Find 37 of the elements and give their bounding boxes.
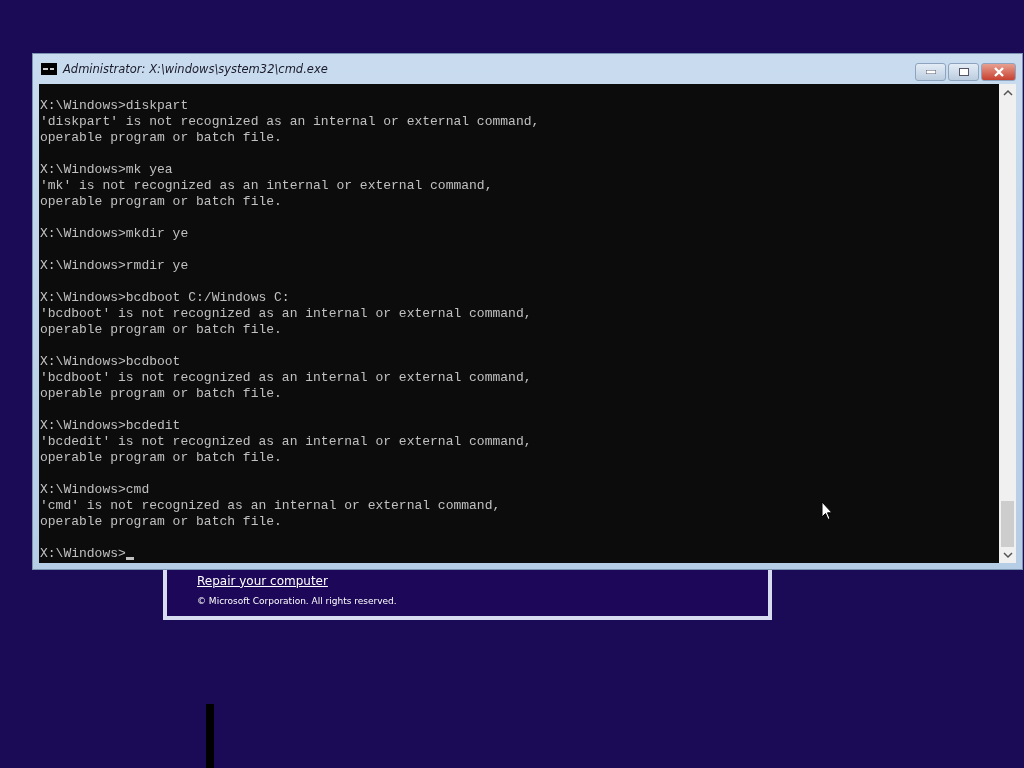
close-icon — [992, 67, 1005, 77]
console-line: operable program or batch file. — [40, 322, 282, 338]
repair-link[interactable]: Repair your computer — [197, 574, 328, 588]
scroll-thumb[interactable] — [1001, 501, 1014, 547]
console-line: 'diskpart' is not recognized as an internal or external command, — [40, 114, 540, 130]
console-line: X:\Windows>mkdir ye — [40, 226, 189, 242]
console-line: X:\Windows>mk yea — [40, 162, 173, 178]
console-line: 'bcdboot' is not recognized as an internal or external command, — [40, 306, 532, 322]
console-line: 'cmd' is not recognized as an internal or external command, — [40, 498, 501, 514]
scroll-up-icon[interactable] — [1002, 89, 1013, 97]
console-line: 'mk' is not recognized as an internal or external command, — [40, 178, 493, 194]
scroll-down-icon[interactable] — [1002, 551, 1013, 559]
console-line: operable program or batch file. — [40, 386, 282, 402]
console-line: operable program or batch file. — [40, 450, 282, 466]
window-title: Administrator: X:\windows\system32\cmd.exe — [63, 62, 329, 76]
scrollbar[interactable] — [999, 84, 1016, 563]
console-line: operable program or batch file. — [40, 194, 282, 210]
console-line: X:\Windows>bcdedit — [40, 418, 181, 434]
text-cursor — [125, 557, 134, 560]
console-prompt: X:\Windows> — [40, 546, 126, 562]
minimize-icon — [925, 70, 936, 74]
console-line: X:\Windows>rmdir ye — [40, 258, 189, 274]
vertical-bar — [206, 704, 214, 768]
console-line: X:\Windows>diskpart — [40, 98, 189, 114]
maximize-button[interactable] — [948, 63, 979, 81]
close-button[interactable] — [981, 63, 1016, 81]
console-line: X:\Windows>bcdboot — [40, 354, 181, 370]
maximize-icon — [958, 68, 969, 76]
copyright-text: © Microsoft Corporation. All rights reserved. — [197, 596, 397, 606]
console-line: X:\Windows>cmd — [40, 482, 150, 498]
console-line: 'bcdboot' is not recognized as an internal or external command, — [40, 370, 532, 386]
mouse-pointer-icon — [821, 501, 833, 521]
console-app-icon — [41, 63, 57, 75]
console-line: 'bcdedit' is not recognized as an internal or external command, — [40, 434, 532, 450]
console-line: operable program or batch file. — [40, 514, 282, 530]
console-line: operable program or batch file. — [40, 130, 282, 146]
console-line: X:\Windows>bcdboot C:/Windows C: — [40, 290, 290, 306]
